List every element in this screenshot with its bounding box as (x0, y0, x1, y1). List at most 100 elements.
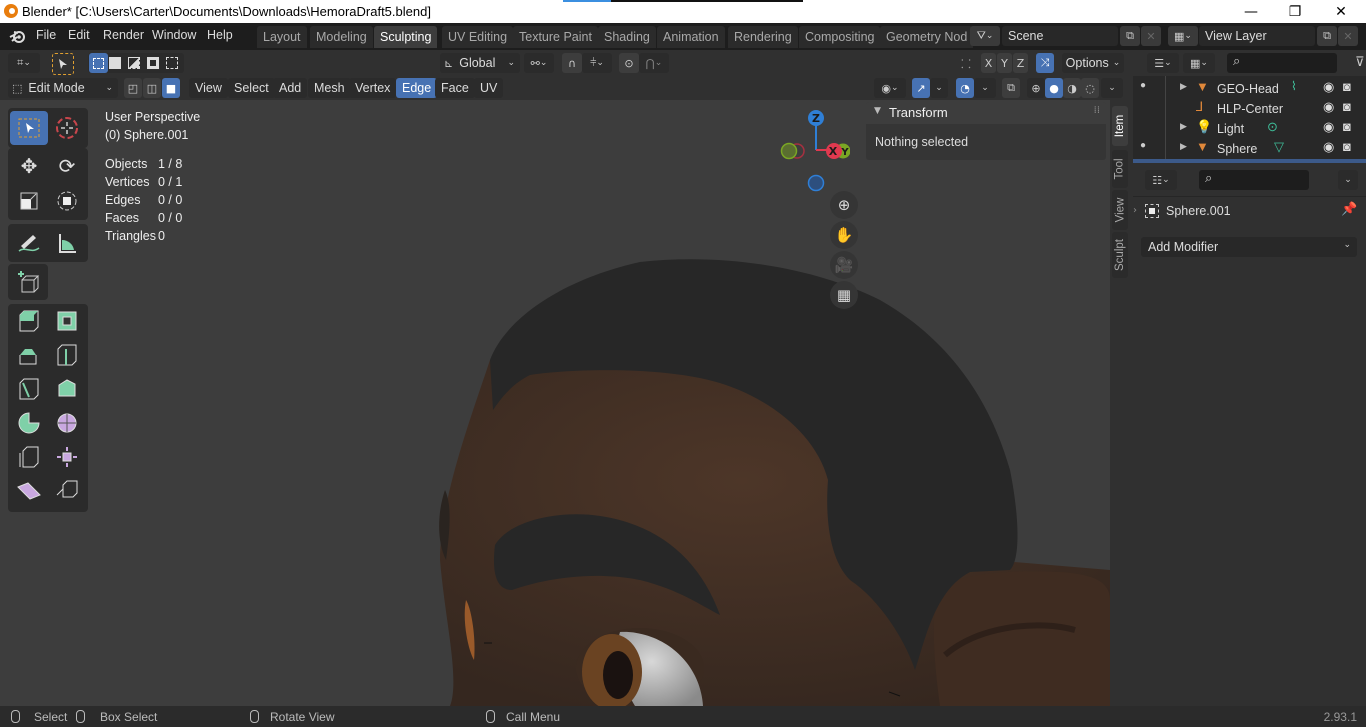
outliner-search-input[interactable]: ⌕ (1227, 53, 1337, 73)
view-layer-field[interactable]: View Layer (1199, 26, 1315, 46)
xray-toggle-icon[interactable]: ⧉ (1002, 78, 1020, 98)
proportional-edit-icon[interactable]: ⊙ (619, 53, 639, 73)
scene-name-field[interactable]: Scene (1002, 26, 1118, 46)
toggle-perspective-button[interactable]: ▦ (830, 281, 858, 309)
knife-tool[interactable] (10, 372, 48, 406)
select-set-new-icon[interactable] (89, 53, 108, 73)
rotate-tool[interactable]: ⟳ (48, 149, 86, 183)
tab-animation[interactable]: Animation (657, 26, 725, 48)
header-menu-mesh[interactable]: Mesh (308, 78, 351, 98)
pin-icon[interactable]: 📌 (1341, 202, 1357, 217)
inset-faces-tool[interactable] (48, 304, 86, 338)
smooth-tool[interactable] (48, 406, 86, 440)
mode-dropdown[interactable]: ⬚ Edit Mode ⌄ (8, 78, 118, 98)
menu-file[interactable]: File (36, 28, 56, 42)
mirror-x-toggle[interactable]: X (981, 53, 996, 73)
solid-shading-icon[interactable]: ● (1045, 78, 1063, 98)
select-extend-icon[interactable] (109, 57, 121, 69)
zoom-view-button[interactable]: ⊕ (830, 191, 858, 219)
camera-render-icon[interactable]: ◙ (1343, 79, 1351, 94)
close-button[interactable]: ✕ (1318, 0, 1364, 23)
camera-render-icon[interactable]: ◙ (1343, 99, 1351, 114)
expand-tabs-icon[interactable]: › (1133, 205, 1137, 216)
loop-cut-tool[interactable] (48, 338, 86, 372)
outliner-row-sphere[interactable]: ● ▶ ▼ Sphere ▽ ◉ ◙ (1133, 139, 1366, 159)
selectability-visibility-button[interactable]: ◉ ⌄ (874, 78, 906, 98)
properties-options-dropdown[interactable]: ⌄ (1338, 170, 1358, 190)
blender-menu-icon[interactable] (9, 28, 26, 45)
menu-render[interactable]: Render (103, 28, 144, 42)
material-preview-shading-icon[interactable]: ◑ (1063, 78, 1081, 98)
proportional-falloff-button[interactable]: ⋂ ⌄ (639, 53, 669, 73)
measure-tool[interactable] (48, 226, 86, 260)
expand-arrow-icon[interactable]: ▶ (1180, 141, 1187, 152)
camera-render-icon[interactable]: ◙ (1343, 119, 1351, 134)
transform-orientation-dropdown[interactable]: ⊾ Global ⌄ (440, 53, 520, 73)
display-mode-button[interactable]: ▦ ⌄ (1183, 53, 1215, 73)
properties-search-input[interactable]: ⌕ (1199, 170, 1309, 190)
new-view-layer-icon[interactable]: ⧉ (1317, 26, 1337, 46)
options-dropdown[interactable]: Options ⌄ (1062, 53, 1124, 73)
poly-build-tool[interactable] (48, 372, 86, 406)
expand-arrow-icon[interactable]: ▶ (1180, 121, 1187, 132)
shading-dropdown[interactable]: ⌄ (1101, 78, 1123, 98)
transform-pivot-button[interactable]: ⚯ ⌄ (524, 53, 554, 73)
shrink-fatten-tool[interactable] (48, 440, 86, 474)
sidebar-tab-tool[interactable]: Tool (1112, 150, 1128, 188)
overlays-dropdown[interactable]: ⌄ (974, 78, 996, 98)
eye-icon[interactable]: ◉ (1323, 119, 1334, 135)
overlays-toggle-icon[interactable]: ◔ (956, 78, 974, 98)
header-menu-select[interactable]: Select (228, 78, 275, 98)
spin-tool[interactable] (10, 406, 48, 440)
minimize-button[interactable]: — (1228, 0, 1274, 23)
select-difference-icon[interactable] (147, 57, 159, 69)
scale-tool[interactable] (10, 184, 48, 218)
header-menu-face[interactable]: Face (435, 78, 475, 98)
menu-edit[interactable]: Edit (68, 28, 90, 42)
rendered-shading-icon[interactable]: ◌ (1081, 78, 1099, 98)
header-menu-uv[interactable]: UV (474, 78, 504, 98)
eye-icon[interactable]: ◉ (1323, 79, 1334, 95)
outliner-editor-type-button[interactable]: ☰ ⌄ (1147, 53, 1179, 73)
tab-sculpting[interactable]: Sculpting (374, 26, 438, 48)
new-scene-icon[interactable]: ⧉ (1120, 26, 1140, 46)
extrude-region-tool[interactable] (10, 304, 48, 338)
sidebar-tab-item[interactable]: Item (1112, 106, 1128, 146)
3d-viewport[interactable]: ✥ ⟳ User Perspective (0) Sphere.001 Obje… (0, 100, 1110, 706)
tab-compositing[interactable]: Compositing (799, 26, 881, 48)
outliner-row-light[interactable]: ▶ 💡 Light ⊙ ◉ ◙ (1133, 119, 1366, 139)
drag-handle-icon[interactable]: ⁞⁞ (1094, 105, 1100, 116)
tab-geometry-nodes[interactable]: Geometry Nod (880, 26, 974, 48)
auto-merge-icon[interactable]: ⤨ (1036, 53, 1054, 73)
delete-view-layer-icon[interactable]: ✕ (1338, 26, 1358, 46)
tab-texture-paint[interactable]: Texture Paint (513, 26, 598, 48)
tab-shading[interactable]: Shading (598, 26, 656, 48)
mirror-z-toggle[interactable]: Z (1013, 53, 1028, 73)
sidebar-tab-view[interactable]: View (1112, 190, 1128, 230)
edge-select-mode-icon[interactable]: ◫ (143, 78, 161, 98)
navigation-gizmo[interactable]: Z X Y (778, 108, 850, 198)
camera-render-icon[interactable]: ◙ (1343, 139, 1351, 154)
mirror-y-toggle[interactable]: Y (997, 53, 1012, 73)
restore-button[interactable]: ❐ (1272, 0, 1318, 23)
annotate-tool[interactable] (10, 226, 48, 260)
select-subtract-icon[interactable] (128, 57, 140, 69)
menu-help[interactable]: Help (207, 28, 233, 42)
select-intersect-icon[interactable] (166, 57, 178, 69)
header-menu-edge[interactable]: Edge (396, 78, 438, 98)
delete-scene-icon[interactable]: ✕ (1141, 26, 1161, 46)
wireframe-shading-icon[interactable]: ⊕ (1027, 78, 1045, 98)
add-modifier-dropdown[interactable]: Add Modifier ⌄ (1141, 237, 1357, 257)
snap-target-button[interactable]: ⫩ ⌄ (582, 53, 612, 73)
move-tool[interactable]: ✥ (10, 149, 48, 183)
tab-rendering[interactable]: Rendering (728, 26, 798, 48)
bevel-tool[interactable] (10, 338, 48, 372)
outliner-row-geo-head[interactable]: ● ▶ ▼ GEO-Head ⌇ ◉ ◙ (1133, 79, 1366, 99)
header-menu-add[interactable]: Add (273, 78, 308, 98)
edge-slide-tool[interactable] (10, 440, 48, 474)
header-menu-vertex[interactable]: Vertex (349, 78, 397, 98)
tab-uv-editing[interactable]: UV Editing (442, 26, 514, 48)
gizmo-dropdown[interactable]: ⌄ (930, 78, 948, 98)
tab-layout[interactable]: Layout (257, 26, 307, 48)
scene-browse-button[interactable]: ⛛ ⌄ (970, 26, 1000, 46)
